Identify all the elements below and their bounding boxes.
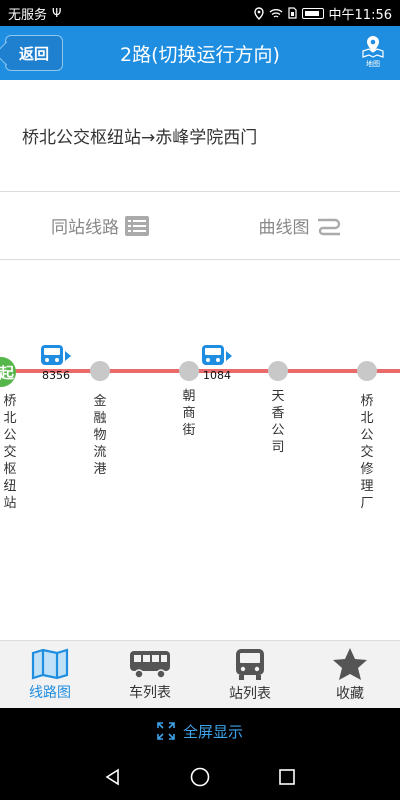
expand-icon xyxy=(157,722,175,740)
nav-route-map[interactable]: 线路图 xyxy=(0,641,100,708)
stop-dot[interactable] xyxy=(357,361,377,381)
fullscreen-button[interactable]: 全屏显示 xyxy=(0,708,400,754)
map-button-label: 地图 xyxy=(366,60,380,68)
tab-same-station-lines[interactable]: 同站线路 xyxy=(0,192,200,259)
bus-marker-icon[interactable] xyxy=(200,344,234,368)
stop-name[interactable]: 金融物流港 xyxy=(90,393,110,478)
status-time: 中午11:56 xyxy=(328,7,392,23)
stop-dot[interactable] xyxy=(179,361,199,381)
app-header: 返回 2路(切换运行方向) 地图 xyxy=(0,26,400,80)
status-left: 无服务 Ψ xyxy=(8,4,61,23)
map-pin-icon xyxy=(362,36,384,58)
tab-curve-chart[interactable]: 曲线图 xyxy=(200,192,400,259)
stop-name[interactable]: 朝商街 xyxy=(179,388,199,439)
view-tabs: 同站线路 曲线图 xyxy=(0,192,400,260)
nav-bus-list[interactable]: 车列表 xyxy=(100,641,200,708)
stop-name[interactable]: 桥北公交枢纽站 xyxy=(0,393,20,512)
usb-icon: Ψ xyxy=(52,6,62,20)
stop-dot[interactable] xyxy=(268,361,288,381)
route-direction-text: 桥北公交枢纽站→赤峰学院西门 xyxy=(22,128,258,148)
start-badge: 起 xyxy=(0,357,16,387)
bottom-nav: 线路图 车列表 站列表 收藏 xyxy=(0,640,400,708)
map-icon xyxy=(31,648,69,679)
bus-marker-icon[interactable] xyxy=(39,344,73,368)
wifi-icon xyxy=(269,8,282,18)
back-triangle-icon[interactable] xyxy=(103,767,123,787)
stop-dot[interactable] xyxy=(90,361,110,381)
nav-favorites[interactable]: 收藏 xyxy=(300,641,400,708)
bus-front-icon xyxy=(236,648,264,680)
tab-label: 同站线路 xyxy=(51,218,119,238)
location-icon xyxy=(253,6,264,20)
back-button-label: 返回 xyxy=(18,44,49,63)
list-icon xyxy=(125,215,149,236)
page-title[interactable]: 2路(切换运行方向) xyxy=(70,26,330,80)
star-icon xyxy=(333,647,367,680)
carrier-text: 无服务 xyxy=(8,7,48,23)
route-direction: 桥北公交枢纽站→赤峰学院西门 xyxy=(0,80,400,192)
bus-side-icon xyxy=(130,650,170,679)
nav-label: 车列表 xyxy=(129,684,171,701)
map-button[interactable]: 地图 xyxy=(358,34,388,72)
nav-label: 收藏 xyxy=(336,685,364,702)
system-nav-bar xyxy=(0,754,400,800)
tab-label: 曲线图 xyxy=(258,218,310,238)
status-right: 中午11:56 xyxy=(253,4,392,23)
bus-label: 1084 xyxy=(203,369,231,382)
sim-icon xyxy=(287,7,297,19)
stop-name[interactable]: 天香公司 xyxy=(268,388,288,456)
curve-icon xyxy=(317,218,340,235)
route-map[interactable]: 起 桥北公交枢纽站 金融物流港 朝商街 天香公司 桥北公交修理厂 8356 10… xyxy=(0,260,400,640)
nav-label: 站列表 xyxy=(229,685,271,702)
back-button[interactable]: 返回 xyxy=(5,35,63,71)
home-circle-icon[interactable] xyxy=(189,766,211,788)
battery-icon xyxy=(301,7,324,19)
stop-name[interactable]: 桥北公交修理厂 xyxy=(357,393,377,512)
nav-label: 线路图 xyxy=(29,684,71,701)
status-bar: 无服务 Ψ 中午11:56 xyxy=(0,0,400,26)
nav-station-list[interactable]: 站列表 xyxy=(200,641,300,708)
recents-square-icon[interactable] xyxy=(277,767,297,787)
fullscreen-label: 全屏显示 xyxy=(182,722,243,741)
bus-label: 8356 xyxy=(42,369,70,382)
